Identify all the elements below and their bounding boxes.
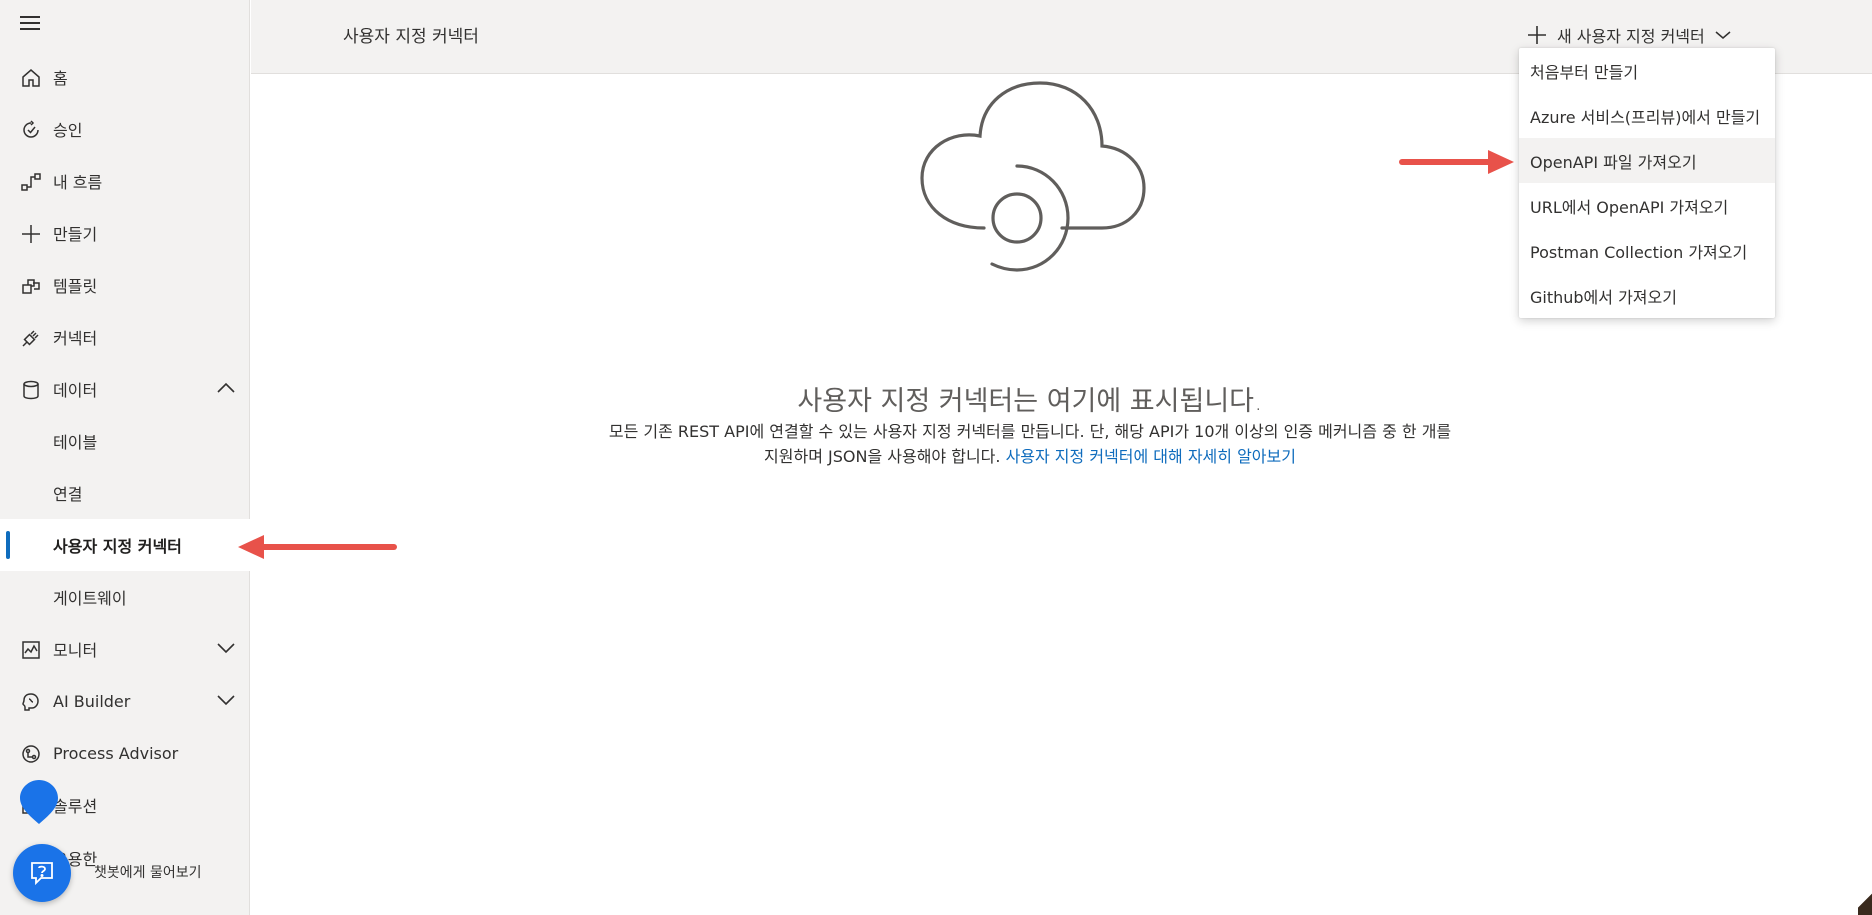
new-custom-connector-label: 새 사용자 지정 커넥터 xyxy=(1557,27,1705,46)
cloud-connector-illustration xyxy=(920,81,1146,272)
chat-notification-marker-icon xyxy=(20,780,58,824)
sidebar-item-label: 승인 xyxy=(53,121,83,140)
process-advisor-icon xyxy=(22,745,40,763)
sidebar-item-label: 만들기 xyxy=(53,225,98,244)
sidebar-item-data[interactable]: 데이터 xyxy=(0,363,250,415)
flows-icon xyxy=(21,173,41,191)
chat-help-icon xyxy=(31,862,53,886)
sidebar-item-label: Process Advisor xyxy=(53,743,179,763)
sidebar-item-my-flows[interactable]: 내 흐름 xyxy=(0,155,250,207)
sidebar-item-label: 템플릿 xyxy=(53,277,98,296)
new-connector-dropdown-menu: 처음부터 만들기 Azure 서비스(프리뷰)에서 만들기 OpenAPI 파일… xyxy=(1519,48,1775,318)
sidebar-item-custom-connectors[interactable]: 사용자 지정 커넥터 xyxy=(0,519,250,571)
menu-item-create-from-blank[interactable]: 처음부터 만들기 xyxy=(1519,48,1775,93)
sidebar-item-tables[interactable]: 테이블 xyxy=(0,415,250,467)
sidebar-item-home[interactable]: 홈 xyxy=(0,51,250,103)
sidebar-item-ai-builder[interactable]: AI Builder xyxy=(0,675,250,727)
annotation-arrow-menu xyxy=(1399,150,1514,174)
sidebar-item-create[interactable]: 만들기 xyxy=(0,207,250,259)
database-icon xyxy=(23,380,39,400)
hamburger-menu-icon[interactable] xyxy=(20,16,42,34)
menu-item-import-from-github[interactable]: Github에서 가져오기 xyxy=(1519,273,1775,318)
sidebar-item-label: 모니터 xyxy=(53,641,98,660)
plus-icon xyxy=(22,225,40,243)
sidebar-item-label: 데이터 xyxy=(53,381,98,400)
sidebar-item-label: 커넥터 xyxy=(53,329,98,348)
chevron-down-icon[interactable] xyxy=(216,641,236,655)
app-root: 홈 승인 내 흐름 만들기 템플릿 커넥터 데이터 테이블 연결 사용자 지정 … xyxy=(0,0,1872,915)
chatbot-label[interactable]: 챗봇에게 물어보기 xyxy=(94,862,202,882)
window-corner xyxy=(1858,893,1872,915)
chevron-up-icon[interactable] xyxy=(216,381,236,395)
menu-item-import-openapi-from-url[interactable]: URL에서 OpenAPI 가져오기 xyxy=(1519,183,1775,228)
empty-state-title: 사용자 지정 커넥터는 여기에 표시됩니다. xyxy=(797,386,1263,417)
sidebar-item-connectors[interactable]: 커넥터 xyxy=(0,311,250,363)
sidebar-item-approvals[interactable]: 승인 xyxy=(0,103,250,155)
sidebar-item-templates[interactable]: 템플릿 xyxy=(0,259,250,311)
sidebar-item-label: 홈 xyxy=(53,69,68,88)
sidebar-item-label: 연결 xyxy=(53,485,83,504)
plus-icon xyxy=(1528,26,1546,44)
monitor-icon xyxy=(22,641,40,659)
connector-plug-icon xyxy=(22,330,39,347)
menu-item-create-from-azure-service[interactable]: Azure 서비스(프리뷰)에서 만들기 xyxy=(1519,93,1775,138)
ai-builder-icon xyxy=(22,693,39,711)
empty-state-description: 모든 기존 REST API에 연결할 수 있는 사용자 지정 커넥터를 만듭니… xyxy=(600,419,1460,469)
sidebar-item-process-advisor[interactable]: Process Advisor xyxy=(0,727,250,779)
templates-icon xyxy=(22,279,40,294)
sidebar-item-gateways[interactable]: 게이트웨이 xyxy=(0,571,250,623)
sidebar-item-label: 게이트웨이 xyxy=(53,589,127,608)
page-title: 사용자 지정 커넥터 xyxy=(343,27,479,47)
sidebar-item-connections[interactable]: 연결 xyxy=(0,467,250,519)
learn-more-link[interactable]: 사용자 지정 커넥터에 대해 자세히 알아보기 xyxy=(1006,447,1296,466)
menu-item-import-postman-collection[interactable]: Postman Collection 가져오기 xyxy=(1519,228,1775,273)
new-custom-connector-button[interactable]: 새 사용자 지정 커넥터 xyxy=(1527,18,1731,52)
home-icon xyxy=(22,69,40,87)
chatbot-button[interactable] xyxy=(13,844,71,902)
active-indicator xyxy=(6,531,10,559)
chevron-down-icon[interactable] xyxy=(216,693,236,707)
annotation-arrow-sidebar xyxy=(238,535,397,559)
chevron-down-icon xyxy=(1715,31,1731,39)
sidebar-item-monitor[interactable]: 모니터 xyxy=(0,623,250,675)
menu-item-import-openapi-file[interactable]: OpenAPI 파일 가져오기 xyxy=(1519,138,1775,183)
sidebar-item-label: 테이블 xyxy=(53,433,98,452)
sidebar-item-label: AI Builder xyxy=(53,691,131,711)
sidebar-item-label: 사용자 지정 커넥터 xyxy=(53,537,182,556)
approvals-icon xyxy=(23,120,39,138)
sidebar-item-label: 내 흐름 xyxy=(53,173,103,192)
